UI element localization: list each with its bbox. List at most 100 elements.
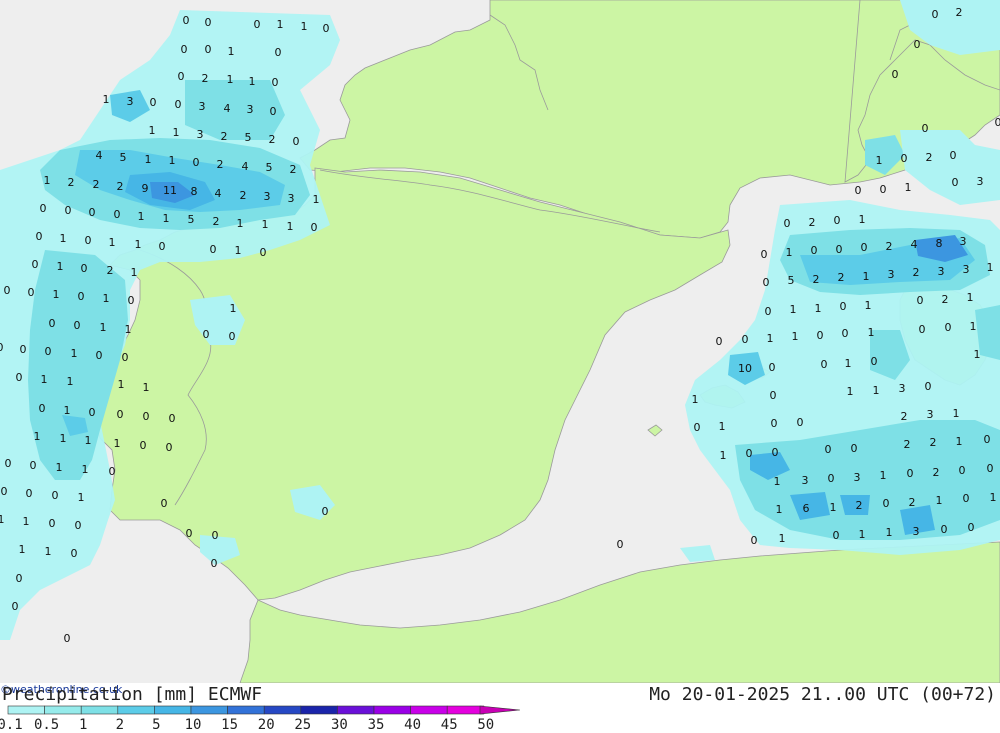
precip-value-label: 0 xyxy=(89,406,96,419)
scale-label: 40 xyxy=(404,717,421,733)
precip-value-label: 1 xyxy=(987,261,994,274)
precip-value-label: 1 xyxy=(767,332,774,345)
precip-value-label: 0 xyxy=(293,135,300,148)
precip-value-label: 1 xyxy=(131,266,138,279)
precip-value-label: 0 xyxy=(771,417,778,430)
precip-value-label: 1 xyxy=(71,347,78,360)
precip-value-label: 5 xyxy=(788,274,795,287)
precip-value-label: 0 xyxy=(49,317,56,330)
precip-value-label: 3 xyxy=(802,474,809,487)
precip-value-label: 1 xyxy=(173,126,180,139)
precip-value-label: 1 xyxy=(880,469,887,482)
precip-value-label: 0 xyxy=(941,523,948,536)
precip-value-label: 5 xyxy=(245,131,252,144)
precip-value-label: 3 xyxy=(927,408,934,421)
precip-value-label: 1 xyxy=(936,494,943,507)
precip-value-label: 0 xyxy=(761,248,768,261)
scale-color-box xyxy=(446,705,485,715)
precip-value-label: 0 xyxy=(150,96,157,109)
scale-label: 10 xyxy=(185,717,202,733)
scale-label: 1 xyxy=(79,717,87,733)
precip-value-label: 0 xyxy=(39,402,46,415)
precip-value-label: 0 xyxy=(914,38,921,51)
precip-value-label: 0 xyxy=(851,442,858,455)
precip-value-label: 1 xyxy=(262,218,269,231)
precip-value-label: 0 xyxy=(254,18,261,31)
precip-value-label: 0 xyxy=(855,184,862,197)
precip-value-label: 1 xyxy=(774,475,781,488)
precip-value-label: 2 xyxy=(809,216,816,229)
precip-value-label: 0 xyxy=(109,465,116,478)
precip-value-label: 1 xyxy=(847,385,854,398)
precip-value-label: 0 xyxy=(210,243,217,256)
precip-value-label: 1 xyxy=(103,292,110,305)
precip-value-label: 1 xyxy=(60,232,67,245)
precip-value-label: 0 xyxy=(922,122,929,135)
precip-value-label: 1 xyxy=(845,357,852,370)
scale-color-box xyxy=(154,705,192,715)
precip-value-label: 0 xyxy=(323,22,330,35)
scale-label: 15 xyxy=(221,717,238,733)
precip-value-label: 0 xyxy=(78,290,85,303)
precip-value-label: 1 xyxy=(277,18,284,31)
precip-value-label: 0 xyxy=(49,517,56,530)
precip-value-label: 1 xyxy=(78,491,85,504)
precip-value-label: 2 xyxy=(956,6,963,19)
precip-value-label: 2 xyxy=(107,264,114,277)
precip-value-label: 0 xyxy=(81,262,88,275)
precip-value-label: 1 xyxy=(868,326,875,339)
precip-value-label: 3 xyxy=(888,268,895,281)
precip-value-label: 3 xyxy=(264,190,271,203)
precip-value-label: 0 xyxy=(984,433,991,446)
precip-value-label: 0 xyxy=(89,206,96,219)
precip-value-label: 0 xyxy=(65,204,72,217)
precip-value-label: 1 xyxy=(145,153,152,166)
precip-value-label: 1 xyxy=(44,174,51,187)
precip-value-label: 0 xyxy=(959,464,966,477)
precip-value-label: 0 xyxy=(987,462,994,475)
precip-value-label: 2 xyxy=(856,499,863,512)
precip-value-label: 1 xyxy=(60,432,67,445)
precip-value-label: 0 xyxy=(128,294,135,307)
precip-value-label: 0 xyxy=(16,572,23,585)
precip-value-label: 0 xyxy=(1,485,8,498)
precip-value-label: 1 xyxy=(830,501,837,514)
precip-value-label: 1 xyxy=(859,528,866,541)
precip-value-label: 1 xyxy=(859,213,866,226)
precip-value-label: 0 xyxy=(178,70,185,83)
precip-value-label: 0 xyxy=(117,408,124,421)
scale-label: 30 xyxy=(331,717,348,733)
precip-value-label: 1 xyxy=(57,260,64,273)
precip-value-label: 1 xyxy=(970,320,977,333)
precip-value-label: 3 xyxy=(288,192,295,205)
precip-value-label: 1 xyxy=(719,420,726,433)
precip-value-label: 0 xyxy=(275,46,282,59)
precip-value-label: 0 xyxy=(963,492,970,505)
precip-value-label: 0 xyxy=(322,505,329,518)
precip-value-label: 1 xyxy=(990,491,997,504)
precip-value-label: 11 xyxy=(163,184,177,197)
precip-value-label: 0 xyxy=(193,156,200,169)
precip-value-label: 8 xyxy=(191,185,198,198)
precip-value-label: 2 xyxy=(838,271,845,284)
scale-arrow xyxy=(479,705,521,715)
precip-value-label: 0 xyxy=(114,208,121,221)
precip-value-label: 0 xyxy=(861,241,868,254)
precip-value-label: 0 xyxy=(833,529,840,542)
precip-value-label: 1 xyxy=(228,45,235,58)
precip-value-label: 0 xyxy=(772,446,779,459)
precip-value-label: 1 xyxy=(64,404,71,417)
scale-color-box xyxy=(190,705,228,715)
precip-value-label: 0 xyxy=(20,343,27,356)
precip-value-label: 0 xyxy=(811,244,818,257)
precip-value-label: 2 xyxy=(117,180,124,193)
precip-value-label: 0 xyxy=(181,43,188,56)
precip-value-label: 2 xyxy=(909,496,916,509)
precip-value-label: 0 xyxy=(205,16,212,29)
precip-value-label: 1 xyxy=(776,503,783,516)
precip-value-label: 0 xyxy=(742,333,749,346)
precip-value-label: 0 xyxy=(12,600,19,613)
precip-value-label: 1 xyxy=(886,526,893,539)
precip-value-label: 1 xyxy=(235,244,242,257)
precip-value-label: 1 xyxy=(287,220,294,233)
